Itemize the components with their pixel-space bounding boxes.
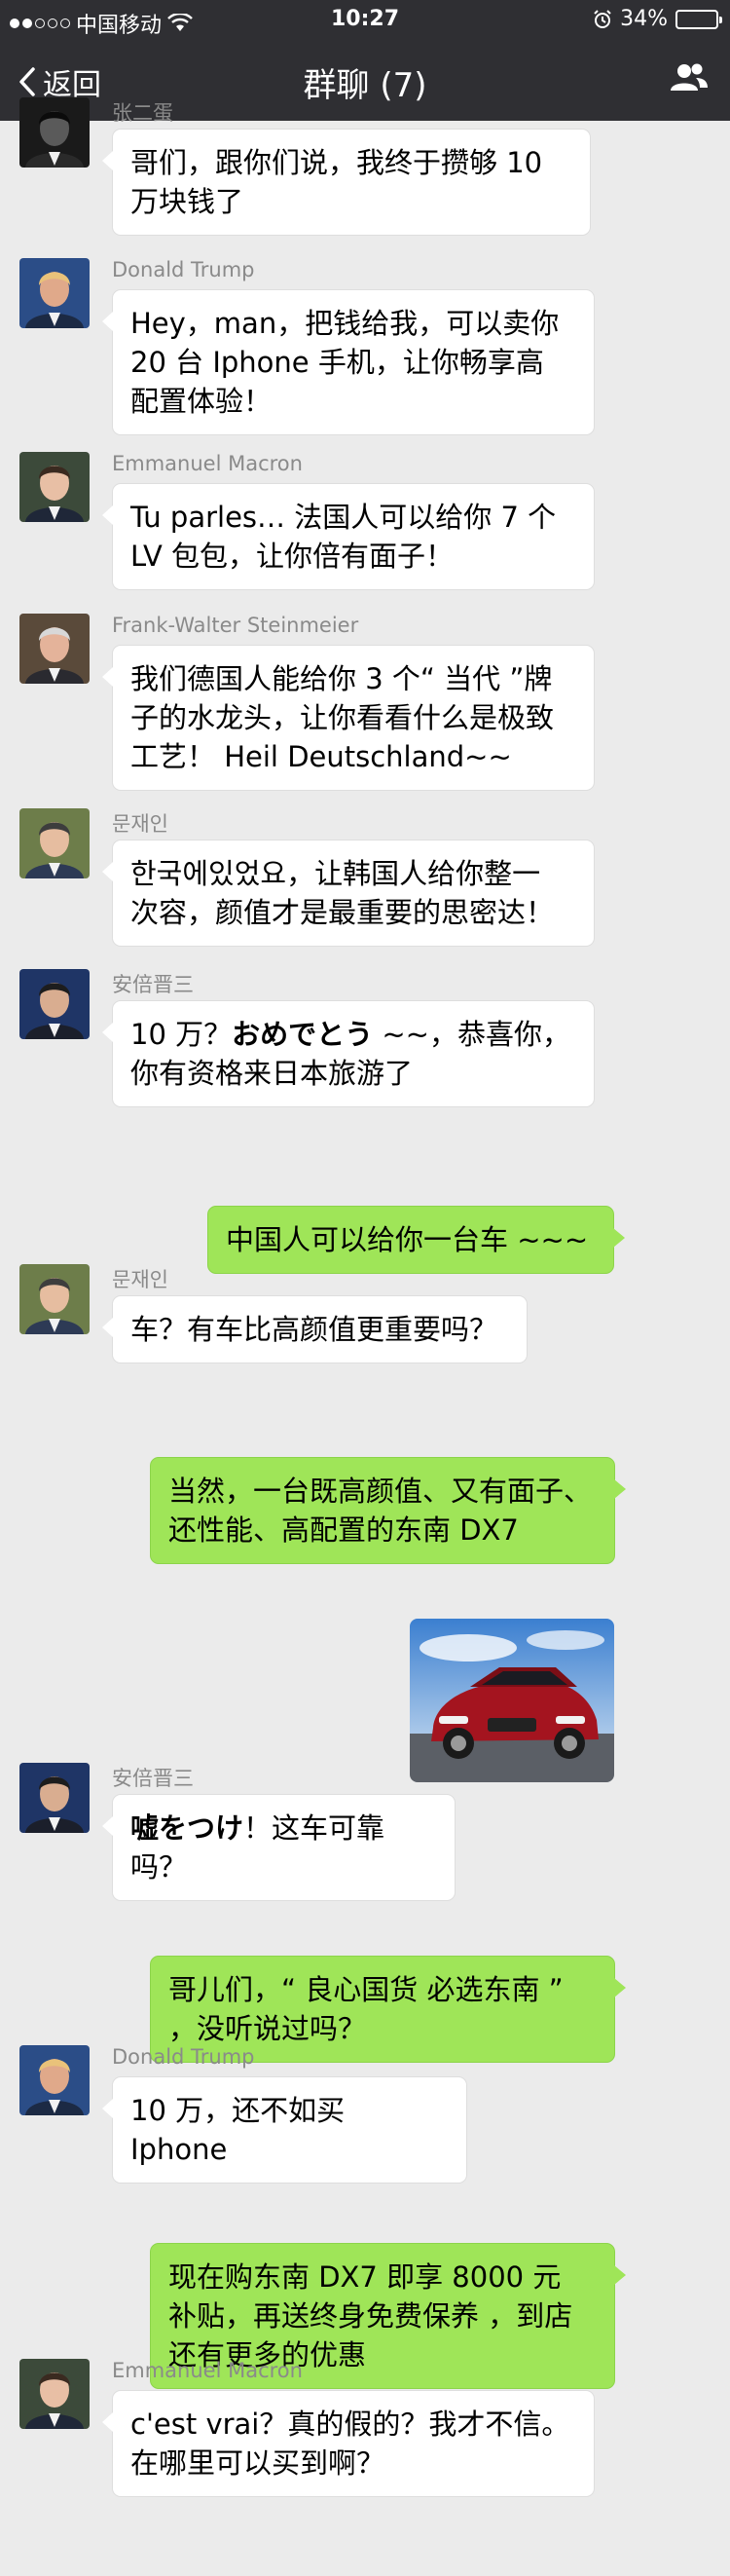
message-line: 20 台 Iphone 手机，让你畅享高 — [130, 346, 544, 379]
japanese-phrase: おめでとう — [232, 1018, 374, 1051]
battery-icon — [675, 9, 722, 29]
message-line: 工艺！ Heil Deutschland~~ — [130, 740, 512, 773]
battery-percent: 34% — [620, 7, 668, 31]
message-line: Tu parles… 法国人可以给你 7 个 — [130, 501, 557, 534]
message-line: 在哪里可以买到啊？ — [130, 2446, 385, 2480]
message-bubble-received[interactable]: 嘘をつけ！这车可靠吗？ — [102, 1794, 456, 1901]
message-line: c'est vrai？真的假的？我才不信。 — [130, 2408, 570, 2441]
message-line: 当然，一台既高颜值、又有面子、 — [168, 1475, 593, 1508]
message-line: 万块钱了 — [130, 185, 244, 218]
message-line: 한국에있었요，让韩国人给你整一 — [130, 857, 541, 890]
message-line: 10 万？おめでとう ~~，恭喜你， — [130, 1015, 576, 1054]
people-icon — [671, 63, 708, 91]
message-line: 10 万，还不如买 Iphone — [130, 2094, 346, 2166]
status-bar: 中国移动 10:27 34% — [0, 0, 730, 39]
message-bubble-received[interactable]: c'est vrai？真的假的？我才不信。 在哪里可以买到啊？ — [102, 2390, 595, 2497]
message-line: 你有资格来日本旅游了 — [130, 1054, 576, 1093]
message-bubble-received[interactable]: 10 万？おめでとう ~~，恭喜你， 你有资格来日本旅游了 — [102, 1000, 595, 1107]
message-bubble-received[interactable]: 车？有车比高颜值更重要吗？ — [102, 1295, 528, 1363]
message-line: 补贴，再送终身免费保养 ，到店 — [168, 2299, 573, 2333]
sender-name: 安倍晋三 — [112, 1767, 194, 1790]
message-text: 10 万？ — [130, 1018, 233, 1051]
avatar-abe[interactable] — [19, 969, 90, 1039]
sender-name: Frank-Walter Steinmeier — [112, 614, 359, 637]
message-line: ，没听说过吗？ — [168, 2012, 367, 2045]
sender-name: Donald Trump — [112, 2045, 255, 2069]
sender-name: 문재인 — [112, 812, 168, 836]
message-bubble-received[interactable]: Hey，man，把钱给我，可以卖你 20 台 Iphone 手机，让你畅享高 配置体… — [102, 289, 595, 435]
message-text: ~~，恭喜你， — [373, 1018, 570, 1051]
message-line: 嘘をつけ！这车可靠吗？ — [130, 1809, 437, 1886]
car-photo-message[interactable] — [410, 1619, 614, 1782]
message-line: 哥们，跟你们说，我终于攒够 10 — [130, 146, 543, 179]
chat-title: 群聊 (7) — [303, 66, 427, 105]
sender-name: 문재인 — [112, 1268, 168, 1291]
message-line: 现在购东南 DX7 即享 8000 元 — [168, 2260, 562, 2294]
group-members-button[interactable] — [668, 60, 711, 99]
avatar-trump[interactable] — [19, 258, 90, 328]
avatar-moon[interactable] — [19, 808, 90, 878]
message-bubble-received[interactable]: 我们德国人能给你 3 个“ 当代 ”牌 子的水龙头，让你看看什么是极致 工艺！ He… — [102, 645, 595, 791]
alarm-icon — [594, 9, 611, 28]
japanese-phrase: 嘘をつけ — [130, 1811, 244, 1845]
avatar-abe[interactable] — [19, 1763, 90, 1833]
message-line: 配置体验！ — [130, 385, 273, 418]
message-line: 还性能、高配置的东南 DX7 — [168, 1513, 519, 1547]
avatar-macron[interactable] — [19, 2359, 90, 2429]
sender-name: Donald Trump — [112, 258, 255, 281]
avatar-zhang[interactable] — [19, 97, 90, 168]
message-bubble-received[interactable]: Tu parles… 法国人可以给你 7 个 LV 包包，让你倍有面子！ — [102, 483, 595, 590]
message-line: 中国人可以给你一台车 ~~~ — [226, 1223, 589, 1256]
avatar-macron[interactable] — [19, 452, 90, 522]
message-line: LV 包包，让你倍有面子！ — [130, 540, 455, 573]
message-bubble-received[interactable]: 哥们，跟你们说，我终于攒够 10 万块钱了 — [102, 129, 591, 236]
message-line: 哥儿们，“ 良心国货 必选东南 ” — [168, 1973, 564, 2006]
sender-name: 张二蛋 — [112, 101, 173, 125]
avatar-steinmeier[interactable] — [19, 614, 90, 684]
message-line: 车？有车比高颜值更重要吗？ — [130, 1313, 498, 1346]
message-bubble-received[interactable]: 한국에있었요，让韩国人给你整一 次容，颜值才是最重要的思密达！ — [102, 840, 595, 947]
message-bubble-received[interactable]: 10 万，还不如买 Iphone — [102, 2076, 467, 2184]
avatar-moon[interactable] — [19, 1264, 90, 1334]
message-line: Hey，man，把钱给我，可以卖你 — [130, 307, 560, 340]
nav-bar: 返回 群聊 (7) — [0, 39, 730, 121]
sender-name: Emmanuel Macron — [112, 452, 303, 475]
status-right: 34% — [593, 7, 722, 31]
message-bubble-sent[interactable]: 当然，一台既高颜值、又有面子、 还性能、高配置的东南 DX7 — [150, 1457, 626, 1564]
avatar-trump[interactable] — [19, 2045, 90, 2115]
message-text: 你有资格来日本旅游了 — [130, 1057, 414, 1090]
message-bubble-sent[interactable]: 中国人可以给你一台车 ~~~ — [207, 1206, 625, 1274]
message-line: 子的水龙头，让你看看什么是极致 — [130, 701, 555, 734]
sender-name: 安倍晋三 — [112, 973, 194, 996]
message-line: 次容，颜值才是最重要的思密达！ — [130, 896, 555, 929]
sender-name: Emmanuel Macron — [112, 2359, 303, 2382]
message-line: 我们德国人能给你 3 个“ 当代 ”牌 — [130, 662, 553, 695]
